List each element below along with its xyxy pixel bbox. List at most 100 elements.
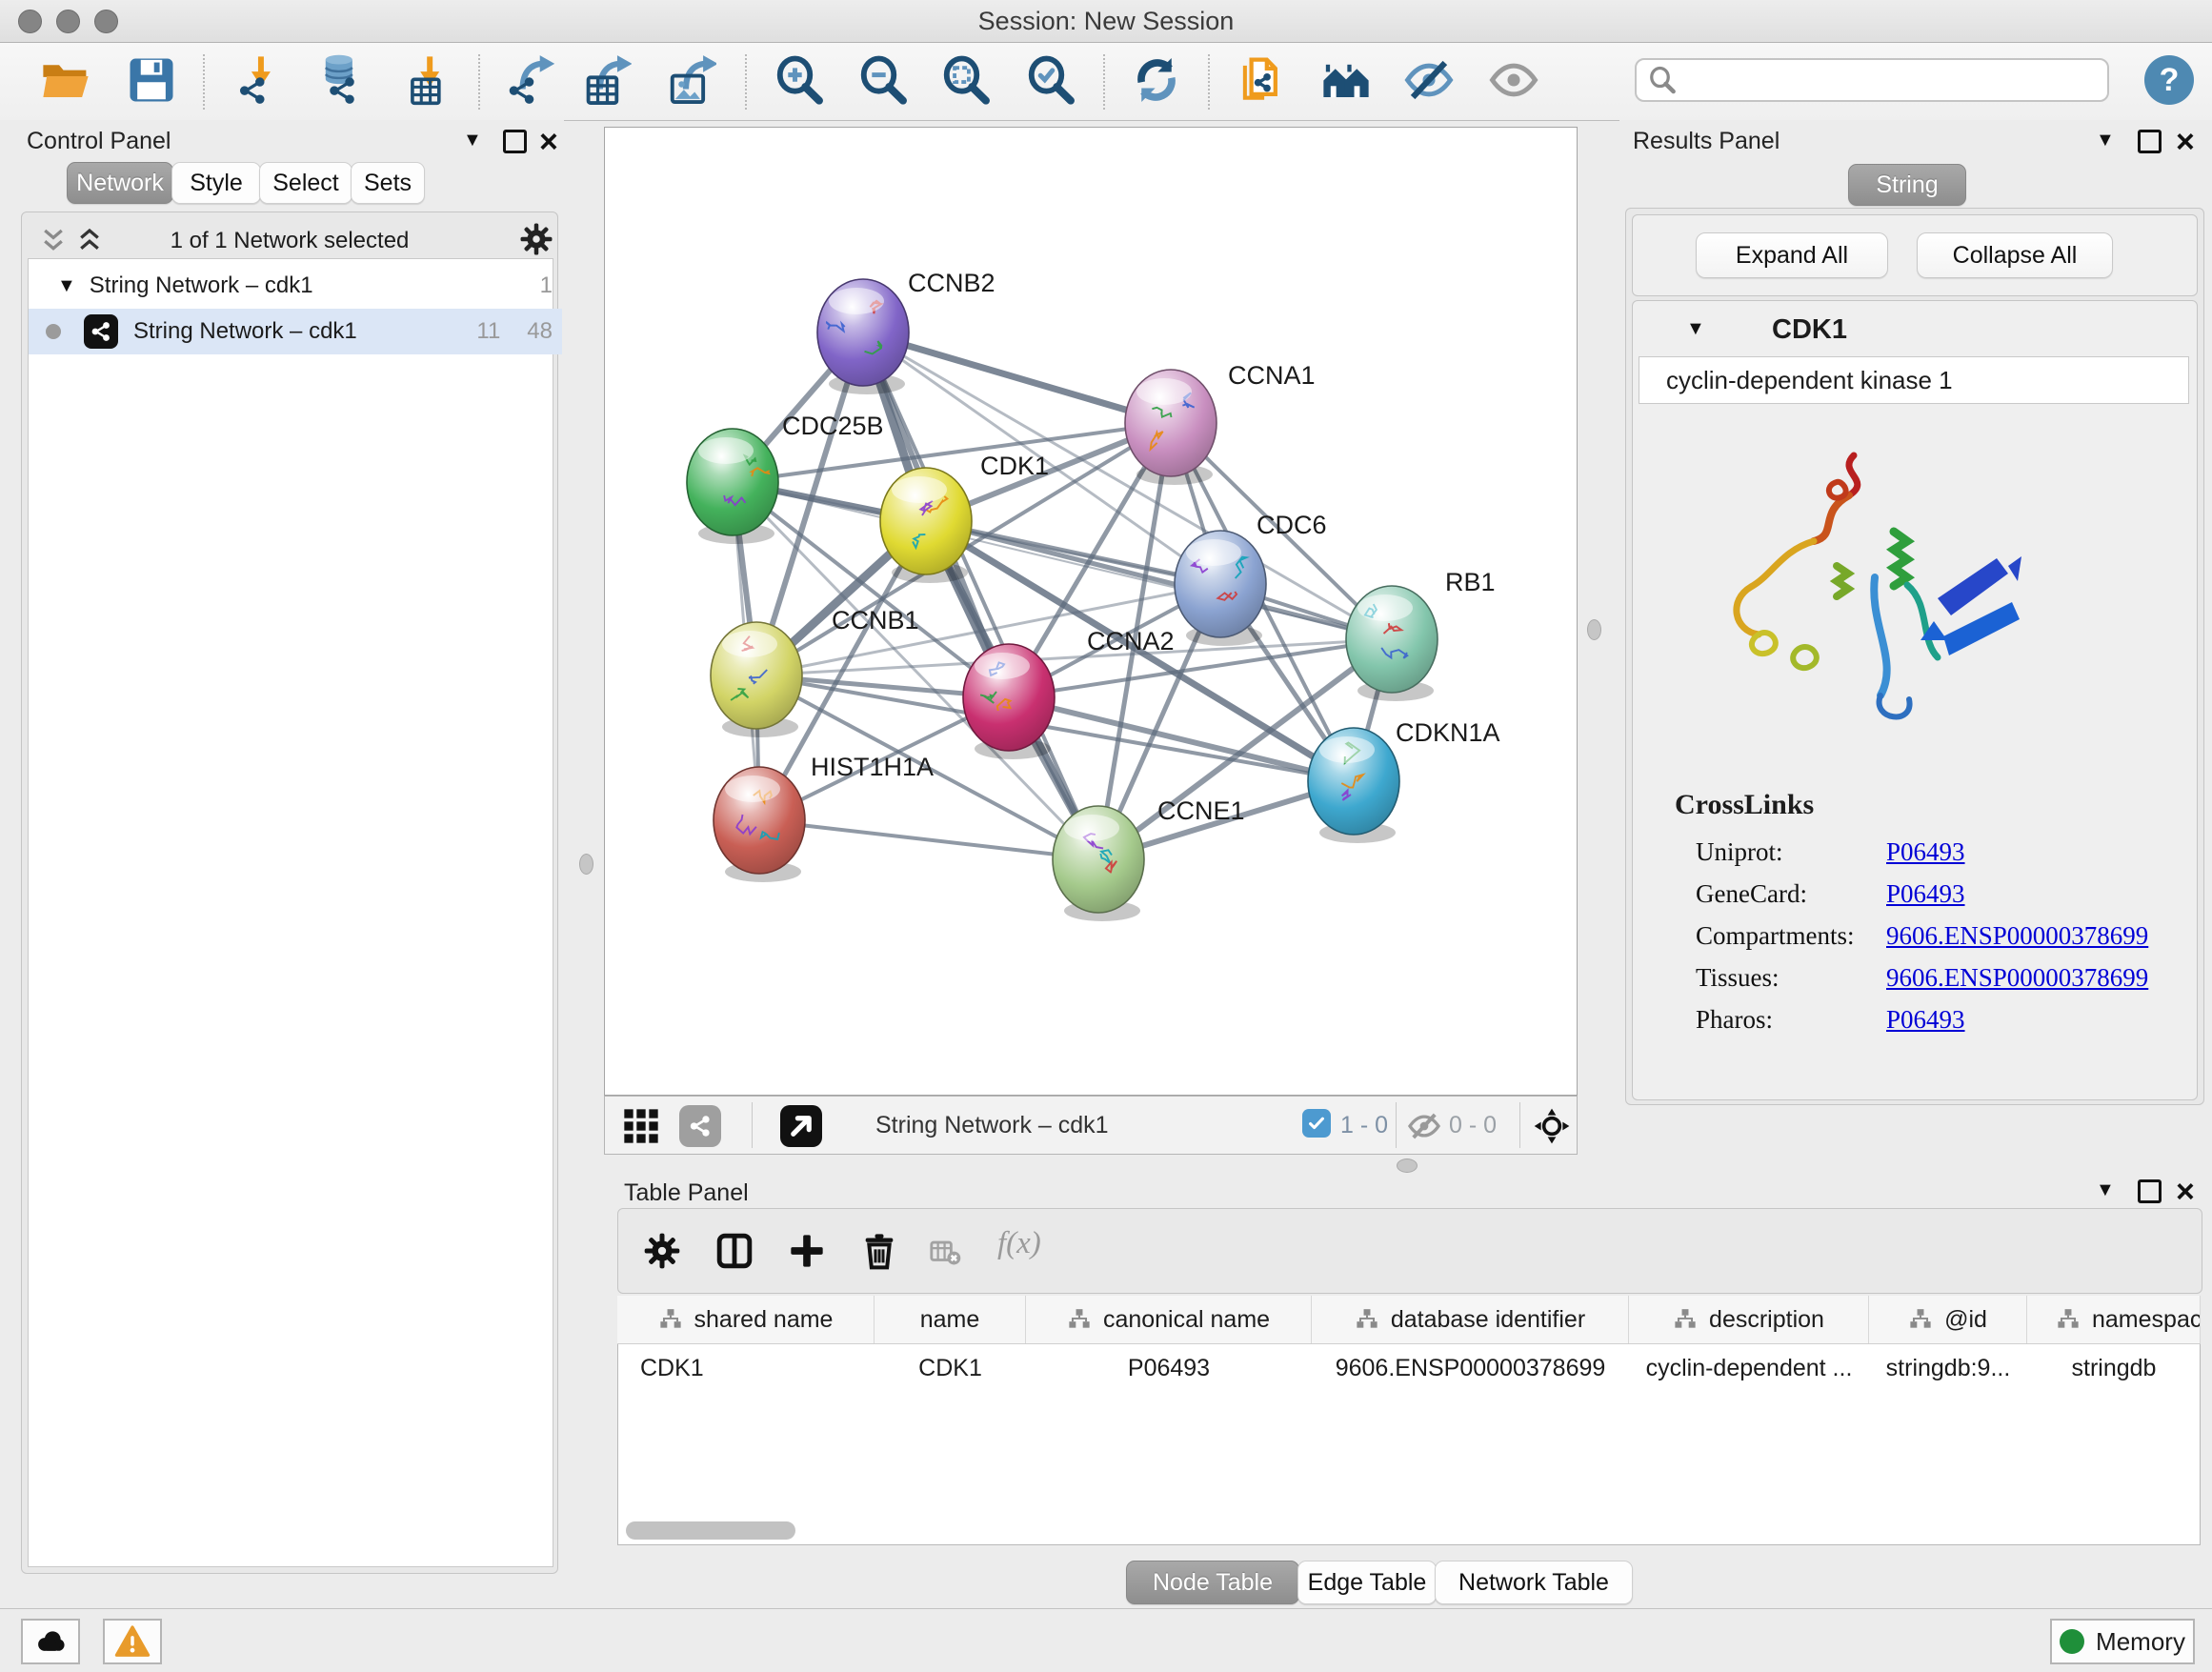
apply-layout-button[interactable] — [1130, 50, 1183, 110]
title-bar: Session: New Session — [0, 0, 2212, 43]
column-header-database-identifier[interactable]: database identifier — [1312, 1296, 1629, 1343]
cloud-button[interactable] — [21, 1619, 80, 1664]
crosslink-link[interactable]: P06493 — [1886, 879, 1965, 909]
panel-menu-icon[interactable]: ▼ — [2096, 130, 2115, 151]
columns-icon[interactable] — [715, 1232, 754, 1270]
tab-sets[interactable]: Sets — [351, 162, 425, 204]
zoom-selected-button[interactable] — [1024, 50, 1077, 110]
memory-button[interactable]: Memory — [2050, 1619, 2195, 1664]
birds-eye-crosshair-icon[interactable] — [1533, 1107, 1571, 1145]
warnings-button[interactable] — [103, 1619, 162, 1664]
crosslink-link[interactable]: P06493 — [1886, 1005, 1965, 1035]
table-cell[interactable]: stringdb:9... — [1869, 1344, 2027, 1392]
crosslink-link[interactable]: 9606.ENSP00000378699 — [1886, 963, 2148, 993]
import-network-file-button[interactable] — [232, 50, 286, 110]
hidden-eye-slash-icon[interactable] — [1407, 1109, 1441, 1143]
save-session-button[interactable] — [125, 50, 178, 110]
detach-view-icon[interactable] — [780, 1105, 822, 1147]
delete-table-icon[interactable] — [929, 1236, 961, 1268]
float-panel-icon[interactable] — [2138, 1179, 2162, 1203]
function-builder-icon[interactable]: f(x) — [997, 1226, 1041, 1261]
tab-string[interactable]: String — [1848, 164, 1966, 206]
table-cell[interactable]: CDK1 — [617, 1344, 875, 1392]
panel-menu-icon[interactable]: ▼ — [463, 130, 482, 151]
refresh-icon — [1131, 54, 1182, 106]
tab-node-table[interactable]: Node Table — [1126, 1561, 1299, 1604]
network-edge[interactable] — [863, 332, 1171, 423]
network-node-label: CCNB1 — [832, 606, 919, 635]
home-button[interactable] — [1319, 50, 1373, 110]
column-header-@id[interactable]: @id — [1869, 1296, 2027, 1343]
network-status-dot — [46, 324, 61, 339]
network-graph[interactable]: CCNB2CCNA1CDC25BCDK1CDC6RB1CCNB1CCNA2CDK… — [605, 128, 1577, 1095]
share-view-icon[interactable] — [679, 1105, 721, 1147]
table-cell[interactable]: 9606.ENSP00000378699 — [1312, 1344, 1629, 1392]
close-panel-icon[interactable]: × — [539, 130, 558, 154]
column-header-shared-name[interactable]: shared name — [617, 1296, 875, 1343]
network-edge[interactable] — [759, 820, 1098, 859]
export-image-button[interactable] — [664, 50, 717, 110]
network-collection-row[interactable]: ▼ String Network – cdk1 1 — [29, 263, 562, 309]
table-cell[interactable]: stringdb — [2027, 1344, 2201, 1392]
collapse-section-icon[interactable]: ▼ — [1686, 318, 1705, 340]
table-cell[interactable]: P06493 — [1026, 1344, 1312, 1392]
tab-select[interactable]: Select — [259, 162, 352, 204]
panel-menu-icon[interactable]: ▼ — [2096, 1179, 2115, 1201]
network-tree: ▼ String Network – cdk1 1 String Network… — [28, 258, 553, 1567]
trash-icon[interactable] — [860, 1232, 898, 1270]
control-panel-title: Control Panel — [27, 128, 171, 155]
show-hidden-button[interactable] — [1487, 50, 1540, 110]
table-row[interactable]: CDK1CDK1P064939606.ENSP00000378699cyclin… — [617, 1344, 2201, 1392]
open-session-button[interactable] — [39, 50, 92, 110]
network-label: String Network – cdk1 — [133, 318, 357, 345]
crosslink-label: Uniprot: — [1633, 837, 1886, 867]
document-share-icon — [1237, 54, 1289, 106]
grid-view-icon[interactable] — [622, 1107, 660, 1145]
network-from-selection-button[interactable] — [1237, 50, 1290, 110]
zoom-fit-button[interactable] — [939, 50, 993, 110]
help-button[interactable]: ? — [2144, 55, 2194, 105]
collapse-row-icon[interactable]: ▼ — [57, 275, 76, 297]
horizontal-scrollbar[interactable] — [626, 1521, 795, 1540]
column-header-namespace[interactable]: namespace — [2027, 1296, 2201, 1343]
table-cell[interactable]: cyclin-dependent ... — [1629, 1344, 1869, 1392]
plus-icon[interactable] — [788, 1232, 826, 1270]
crosslink-row: Uniprot:P06493 — [1633, 831, 2197, 873]
column-header-description[interactable]: description — [1629, 1296, 1869, 1343]
toolbar-search-input[interactable] — [1635, 58, 2109, 102]
close-panel-icon[interactable]: × — [2176, 1179, 2195, 1204]
gear-icon[interactable] — [643, 1232, 681, 1270]
network-node-label: CDK1 — [980, 452, 1049, 480]
float-panel-icon[interactable] — [503, 130, 527, 153]
close-panel-icon[interactable]: × — [2176, 130, 2195, 154]
tab-network-table[interactable]: Network Table — [1435, 1561, 1633, 1604]
selected-checkbox-icon[interactable] — [1302, 1109, 1331, 1138]
memory-status-dot — [2060, 1629, 2084, 1654]
zoom-out-button[interactable] — [856, 50, 910, 110]
gear-icon[interactable] — [519, 222, 553, 256]
status-bar: Memory — [0, 1608, 2212, 1672]
export-network-button[interactable] — [504, 50, 557, 110]
separator — [1396, 1102, 1397, 1148]
hide-selected-button[interactable] — [1402, 50, 1456, 110]
collapse-all-button[interactable]: Collapse All — [1917, 232, 2113, 278]
crosslink-link[interactable]: P06493 — [1886, 837, 1965, 867]
column-header-name[interactable]: name — [875, 1296, 1026, 1343]
expand-all-button[interactable]: Expand All — [1696, 232, 1888, 278]
tab-edge-table[interactable]: Edge Table — [1297, 1561, 1437, 1604]
float-panel-icon[interactable] — [2138, 130, 2162, 153]
left-splitter-handle[interactable] — [579, 854, 593, 875]
import-network-database-button[interactable] — [312, 50, 365, 110]
right-splitter-handle[interactable] — [1587, 619, 1601, 640]
zoom-in-button[interactable] — [773, 50, 826, 110]
import-table-file-button[interactable] — [399, 50, 452, 110]
crosslink-link[interactable]: 9606.ENSP00000378699 — [1886, 921, 2148, 951]
network-canvas[interactable]: CCNB2CCNA1CDC25BCDK1CDC6RB1CCNB1CCNA2CDK… — [604, 127, 1578, 1096]
column-header-canonical-name[interactable]: canonical name — [1026, 1296, 1312, 1343]
export-table-button[interactable] — [579, 50, 633, 110]
network-row[interactable]: String Network – cdk1 11 48 — [29, 309, 562, 354]
tab-style[interactable]: Style — [171, 162, 261, 204]
tab-network[interactable]: Network — [67, 162, 173, 204]
bottom-splitter-handle[interactable] — [1397, 1158, 1418, 1173]
table-cell[interactable]: CDK1 — [875, 1344, 1026, 1392]
